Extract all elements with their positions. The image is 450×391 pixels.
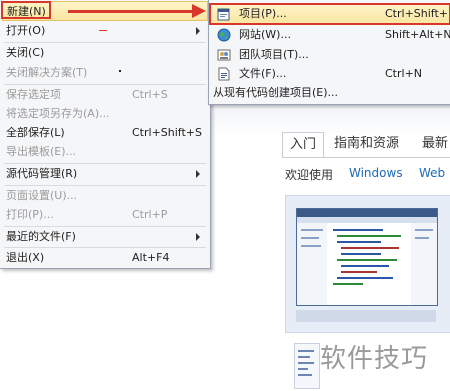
menu-item-close[interactable]: 关闭(C) <box>0 43 210 63</box>
menu-item-shortcut: Ctrl+Shift+S <box>132 126 202 139</box>
start-page-tabs: 入门 指南和资源 最新 <box>282 132 450 158</box>
ide-preview-thumbnail <box>294 343 320 389</box>
menu-item-label: 退出(X) <box>6 251 45 264</box>
new-submenu: 项目(P)... Ctrl+Shift+N 网站(W)... Shift+Alt… <box>208 0 450 105</box>
team-project-icon <box>217 49 231 61</box>
menu-item-print[interactable]: 打印(P)... Ctrl+P <box>0 205 210 225</box>
menu-item-exit[interactable]: 退出(X) Alt+F4 <box>0 248 210 268</box>
submenu-item-team-project[interactable]: 团队项目(T)... <box>209 45 450 65</box>
menu-item-label: 保存选定项 <box>6 88 61 101</box>
submenu-arrow-icon <box>196 27 200 35</box>
submenu-item-website[interactable]: 网站(W)... Shift+Alt+N <box>209 25 450 45</box>
menu-item-shortcut: Alt+F4 <box>132 251 170 264</box>
submenu-arrow-icon <box>196 233 200 241</box>
website-globe-icon <box>217 28 231 42</box>
submenu-item-label: 从现有代码创建项目(E)... <box>213 86 339 99</box>
menu-item-label: 导出模板(E)... <box>6 145 77 158</box>
submenu-item-file[interactable]: 文件(F)... Ctrl+N <box>209 64 450 84</box>
menu-item-save-selected[interactable]: 保存选定项 Ctrl+S <box>0 85 210 105</box>
submenu-item-label: 团队项目(T)... <box>239 48 309 61</box>
menu-item-recent-files[interactable]: 最近的文件(F) <box>0 227 210 247</box>
tab-divider <box>282 157 450 158</box>
menu-item-label: 关闭解决方案(T) <box>6 66 88 79</box>
submenu-item-shortcut: Ctrl+N <box>385 67 423 80</box>
subtab-web[interactable]: Web <box>419 166 445 180</box>
tab-latest-news[interactable]: 最新 <box>422 132 448 156</box>
menu-item-label: 将选定项另存为(A)... <box>6 107 110 120</box>
menu-item-shortcut: Ctrl+P <box>132 208 168 221</box>
menu-item-close-solution[interactable]: 关闭解决方案(T) <box>0 63 210 83</box>
menu-item-label: 最近的文件(F) <box>6 230 76 243</box>
menu-item-export-template[interactable]: 导出模板(E)... <box>0 142 210 162</box>
annotation-arrow <box>68 10 196 13</box>
file-menu: 新建(N) 打开(O) 关闭(C) 关闭解决方案(T) 保存选定项 Ctrl+S… <box>0 0 211 269</box>
submenu-item-label: 文件(F)... <box>239 67 287 80</box>
stray-dot <box>119 70 121 72</box>
watermark-text: 软件技巧 <box>320 344 429 374</box>
submenu-arrow-icon <box>196 170 200 178</box>
menu-item-shortcut: Ctrl+S <box>132 88 168 101</box>
start-page-subtabs: 欢迎使用 Windows Web <box>285 166 450 184</box>
menu-item-label: 全部保存(L) <box>6 126 65 139</box>
menu-item-save-all[interactable]: 全部保存(L) Ctrl+Shift+S <box>0 123 210 143</box>
annotation-highlight-box <box>209 3 450 25</box>
menu-item-source-control[interactable]: 源代码管理(R) <box>0 164 210 184</box>
subtab-welcome[interactable]: 欢迎使用 <box>285 166 333 183</box>
submenu-item-label: 网站(W)... <box>239 28 291 41</box>
subtab-windows[interactable]: Windows <box>349 166 403 180</box>
file-icon <box>218 67 230 81</box>
menu-item-label: 源代码管理(R) <box>6 167 78 180</box>
submenu-item-shortcut: Shift+Alt+N <box>385 28 450 41</box>
tab-guidance-resources[interactable]: 指南和资源 <box>334 132 399 156</box>
menu-item-page-setup[interactable]: 页面设置(U)... <box>0 186 210 206</box>
submenu-item-project-from-existing-code[interactable]: 从现有代码创建项目(E)... <box>209 83 450 103</box>
annotation-arrow-head <box>192 4 206 18</box>
menu-item-label: 页面设置(U)... <box>6 189 78 202</box>
annotation-highlight-box <box>1 1 51 19</box>
menu-item-save-selected-as[interactable]: 将选定项另存为(A)... <box>0 104 210 124</box>
tab-getting-started[interactable]: 入门 <box>282 132 324 158</box>
ide-preview-image <box>285 195 450 333</box>
menu-item-open[interactable]: 打开(O) <box>0 21 210 41</box>
ide-screenshot <box>296 208 438 306</box>
menu-item-label: 关闭(C) <box>6 46 45 59</box>
menu-item-label: 打印(P)... <box>6 208 54 221</box>
annotation-mark <box>99 30 107 31</box>
menu-item-label: 打开(O) <box>6 24 46 37</box>
